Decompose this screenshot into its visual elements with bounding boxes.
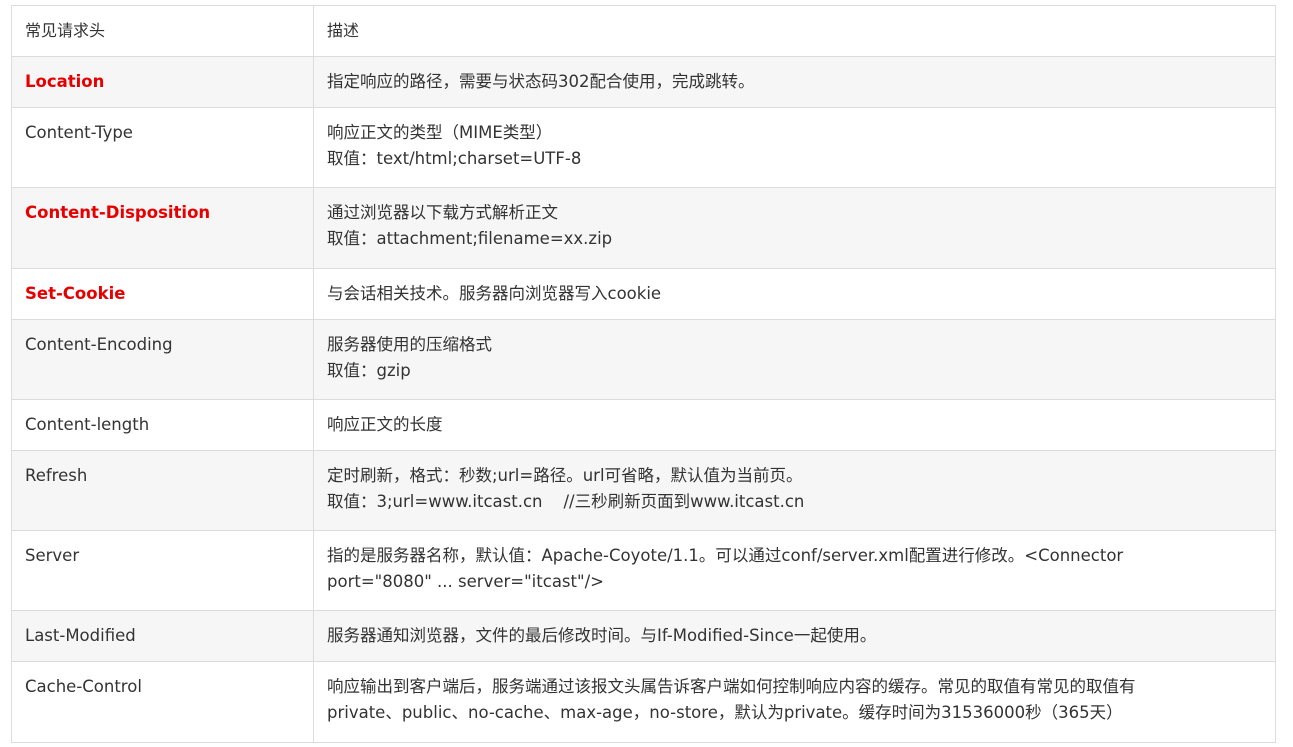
header-name: Last-Modified: [11, 610, 314, 662]
header-desc: 指定响应的路径，需要与状态码302配合使用，完成跳转。: [313, 56, 1276, 108]
header-name: Content-Encoding: [11, 319, 314, 400]
table-row: Server 指的是服务器名称，默认值：Apache-Coyote/1.1。可以…: [11, 530, 1276, 611]
desc-line: 响应输出到客户端后，服务端通过该报文头属告诉客户端如何控制响应内容的缓存。常见的…: [327, 677, 1136, 696]
desc-line: 服务器使用的压缩格式: [327, 335, 492, 354]
table-row: Content-Encoding 服务器使用的压缩格式 取值：gzip: [11, 319, 1276, 400]
table-row: Location 指定响应的路径，需要与状态码302配合使用，完成跳转。: [11, 56, 1276, 108]
table-row: Last-Modified 服务器通知浏览器，文件的最后修改时间。与If-Mod…: [11, 610, 1276, 662]
header-desc: 指的是服务器名称，默认值：Apache-Coyote/1.1。可以通过conf/…: [313, 530, 1276, 611]
desc-line: 定时刷新，格式：秒数;url=路径。url可省略，默认值为当前页。: [327, 466, 803, 485]
header-desc: 响应正文的类型（MIME类型） 取值：text/html;charset=UTF…: [313, 107, 1276, 188]
header-desc: 服务器使用的压缩格式 取值：gzip: [313, 319, 1276, 400]
desc-line: 响应正文的类型（MIME类型）: [327, 123, 553, 142]
http-headers-table: 常见请求头 描述 Location 指定响应的路径，需要与状态码302配合使用，…: [11, 5, 1276, 743]
header-name: Content-Type: [11, 107, 314, 188]
desc-line: 取值：attachment;filename=xx.zip: [327, 229, 613, 248]
desc-line: 取值：text/html;charset=UTF-8: [327, 149, 582, 168]
desc-line: 响应正文的长度: [327, 415, 443, 434]
header-name: Location: [11, 56, 314, 108]
table-row: Cache-Control 响应输出到客户端后，服务端通过该报文头属告诉客户端如…: [11, 661, 1276, 743]
table-row: Set-Cookie 与会话相关技术。服务器向浏览器写入cookie: [11, 268, 1276, 320]
desc-line: 通过浏览器以下载方式解析正文: [327, 203, 558, 222]
desc-line: private、public、no-cache、max-age，no-store…: [327, 703, 1123, 722]
header-name: Server: [11, 530, 314, 611]
desc-line: 服务器通知浏览器，文件的最后修改时间。与If-Modified-Since一起使…: [327, 626, 877, 645]
header-desc: 响应正文的长度: [313, 399, 1276, 451]
header-name: Content-Disposition: [11, 187, 314, 269]
header-desc: 响应输出到客户端后，服务端通过该报文头属告诉客户端如何控制响应内容的缓存。常见的…: [313, 661, 1276, 743]
header-name-cell: 常见请求头: [11, 5, 314, 57]
table-row: Content-length 响应正文的长度: [11, 399, 1276, 451]
header-desc: 与会话相关技术。服务器向浏览器写入cookie: [313, 268, 1276, 320]
header-name: Set-Cookie: [11, 268, 314, 320]
desc-line: 取值：3;url=www.itcast.cn //三秒刷新页面到www.itca…: [327, 492, 805, 511]
header-name: Refresh: [11, 450, 314, 531]
header-desc: 通过浏览器以下载方式解析正文 取值：attachment;filename=xx…: [313, 187, 1276, 269]
desc-line: 取值：gzip: [327, 361, 411, 380]
table-row: Refresh 定时刷新，格式：秒数;url=路径。url可省略，默认值为当前页…: [11, 450, 1276, 531]
desc-line: 指定响应的路径，需要与状态码302配合使用，完成跳转。: [327, 72, 755, 91]
header-desc-cell: 描述: [313, 5, 1276, 57]
header-desc: 定时刷新，格式：秒数;url=路径。url可省略，默认值为当前页。 取值：3;u…: [313, 450, 1276, 531]
table-row: Content-Disposition 通过浏览器以下载方式解析正文 取值：at…: [11, 187, 1276, 269]
desc-line: 指的是服务器名称，默认值：Apache-Coyote/1.1。可以通过conf/…: [327, 546, 1124, 591]
table-header-row: 常见请求头 描述: [11, 5, 1276, 57]
header-name: Cache-Control: [11, 661, 314, 743]
desc-line: 与会话相关技术。服务器向浏览器写入cookie: [327, 284, 662, 303]
header-desc: 服务器通知浏览器，文件的最后修改时间。与If-Modified-Since一起使…: [313, 610, 1276, 662]
http-headers-table-container: 常见请求头 描述 Location 指定响应的路径，需要与状态码302配合使用，…: [11, 5, 1276, 743]
header-name: Content-length: [11, 399, 314, 451]
table-row: Content-Type 响应正文的类型（MIME类型） 取值：text/htm…: [11, 107, 1276, 188]
